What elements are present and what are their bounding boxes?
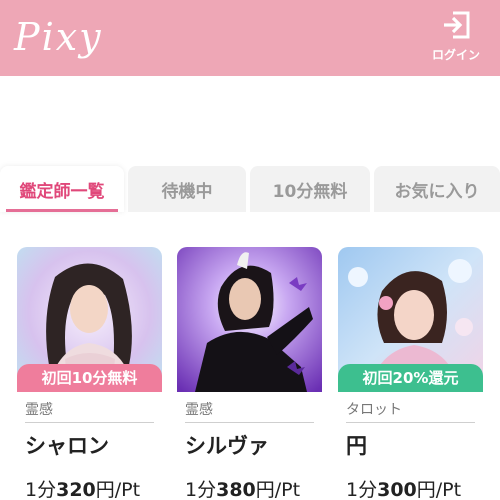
tab-waiting[interactable]: 待機中 — [128, 166, 246, 212]
advisor-category: タロット — [346, 399, 475, 423]
advisor-name: シャロン — [25, 434, 109, 458]
login-label: ログイン — [431, 48, 480, 62]
tab-10min-free[interactable]: 10分無料 — [250, 166, 370, 212]
login-button[interactable]: ログイン — [426, 10, 486, 68]
advisor-price: 1分380円/Pt — [185, 479, 301, 500]
tab-favorites[interactable]: お気に入り — [374, 166, 500, 212]
advisor-card-en[interactable]: 初回20%還元 タロット 円 1分300円/Pt — [338, 247, 483, 500]
login-icon — [444, 11, 470, 39]
advisor-category: 霊感 — [185, 399, 314, 423]
advisor-photo — [177, 247, 322, 392]
advisor-name: シルヴァ — [185, 434, 269, 458]
advisor-name: 円 — [346, 434, 367, 458]
advisor-price: 1分320円/Pt — [25, 479, 141, 500]
advisor-tabs: 鑑定師一覧 待機中 10分無料 お気に入り — [0, 164, 500, 216]
promo-badge: 初回10分無料 — [17, 364, 162, 392]
advisor-photo: 初回20%還元 — [338, 247, 483, 392]
advisor-price: 1分300円/Pt — [346, 479, 462, 500]
pixy-logo[interactable]: Pixy — [14, 14, 103, 60]
promo-badge: 初回20%還元 — [338, 364, 483, 392]
advisor-photo: 初回10分無料 — [17, 247, 162, 392]
advisor-card-silva[interactable]: 霊感 シルヴァ 1分380円/Pt — [177, 247, 322, 500]
advisor-card-sharon[interactable]: 初回10分無料 霊感 シャロン 1分320円/Pt — [17, 247, 162, 500]
tab-advisor-list[interactable]: 鑑定師一覧 — [0, 166, 124, 212]
app-header: Pixy ログイン — [0, 0, 500, 76]
advisor-category: 霊感 — [25, 399, 154, 423]
